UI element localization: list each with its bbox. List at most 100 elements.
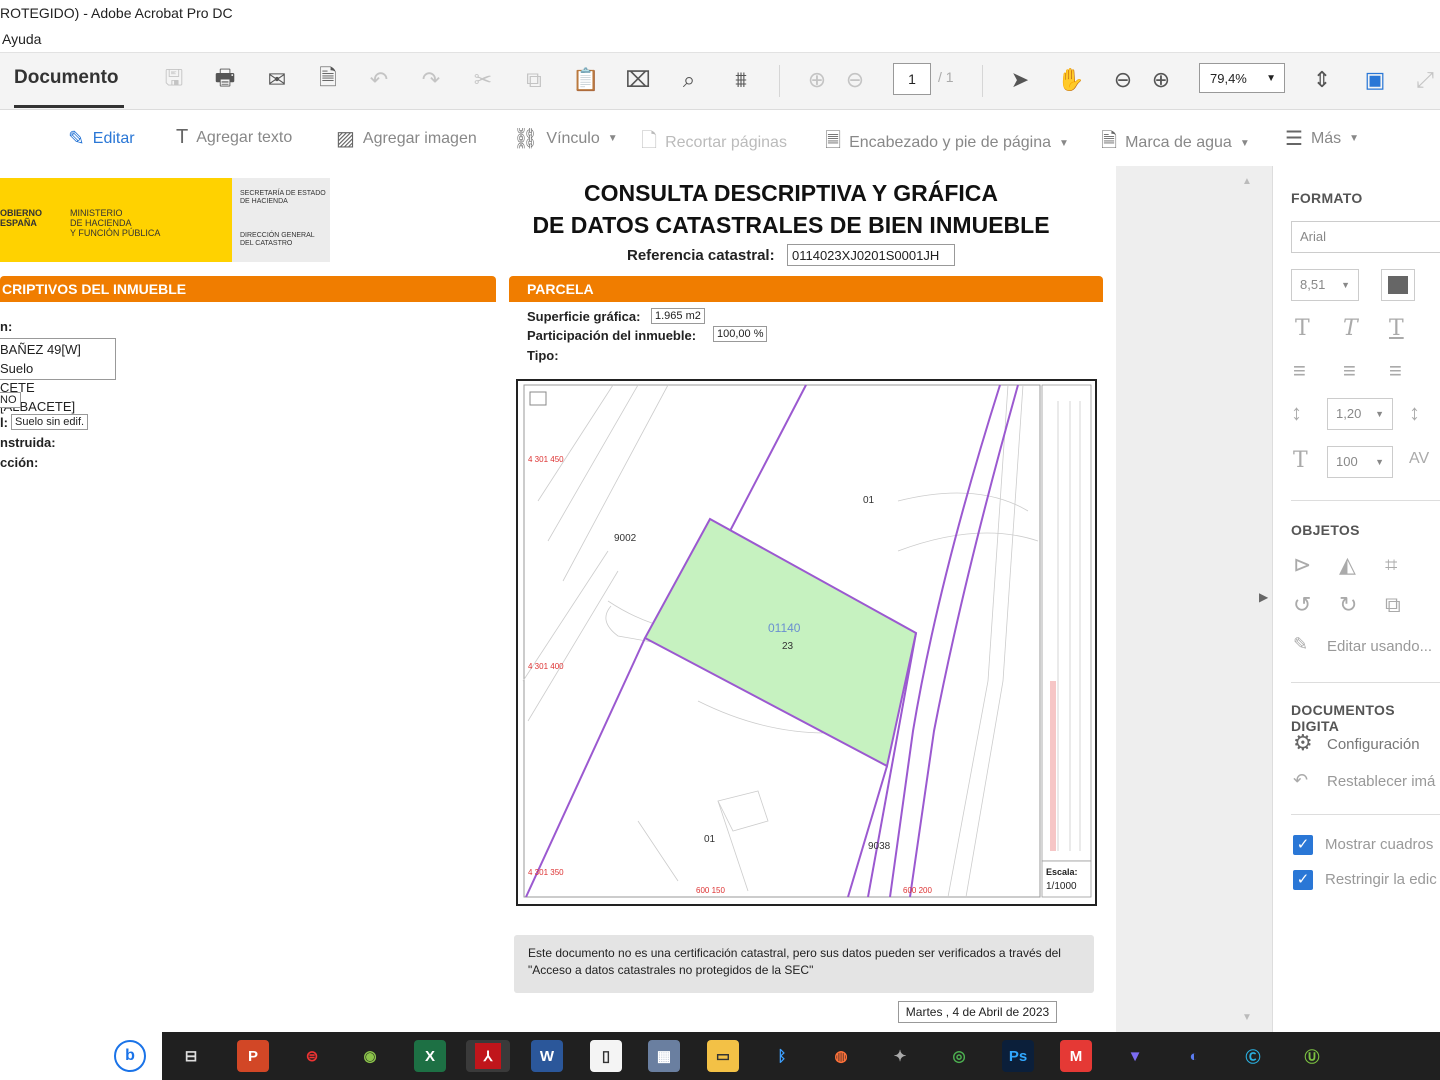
calculator-icon[interactable]: ▦	[648, 1040, 680, 1072]
coord-y2: 4 301 400	[528, 662, 564, 671]
line-spacing-select[interactable]: 1,20 ▼	[1327, 398, 1393, 430]
edit-button[interactable]: ✎ Editar	[68, 126, 135, 151]
c-app-icon[interactable]: Ⓒ	[1237, 1040, 1269, 1072]
show-boxes-checkbox[interactable]: ✓	[1293, 835, 1313, 855]
watermark-button[interactable]: 🗎 Marca de agua ▼	[1101, 126, 1250, 160]
tab-documento[interactable]: Documento	[14, 67, 119, 89]
panel-toggle-icon[interactable]: ▶	[1259, 590, 1268, 604]
read-mode-icon[interactable]: ▣	[1360, 65, 1390, 95]
vertical-scrollbar[interactable]: ▲ ▼ ▶	[1116, 166, 1272, 1032]
chevron-down-icon: ▼	[1375, 409, 1384, 419]
page-number-input[interactable]: 1	[893, 63, 931, 95]
file-explorer-icon[interactable]: ▭	[707, 1040, 739, 1072]
page-up-icon[interactable]: ⊕	[802, 65, 832, 95]
text-underline-icon[interactable]: T	[1389, 316, 1404, 341]
edit-label: Editar	[92, 129, 135, 147]
link-button[interactable]: ⛓ Vínculo ▼	[513, 126, 618, 151]
zoom-in-icon[interactable]: ⊕	[1146, 65, 1176, 95]
search-icon[interactable]: ⌕	[674, 65, 704, 95]
rotate-right-icon[interactable]: ↻	[1339, 592, 1357, 618]
paste-icon[interactable]: 📋	[571, 65, 601, 95]
save-icon[interactable]: 🖫	[159, 65, 189, 95]
gmail-icon[interactable]: M	[1060, 1040, 1092, 1072]
line-spacing-icon: ↕	[1291, 400, 1302, 425]
fullscreen-icon[interactable]: ⤢	[1410, 65, 1440, 95]
firefox-icon[interactable]: ◍	[825, 1040, 857, 1072]
crop-image-icon[interactable]: ⌗	[1385, 552, 1397, 578]
add-image-label: Agregar imagen	[362, 129, 477, 147]
catastro-logo: SECRETARÍA DE ESTADO DE HACIENDA DIRECCI…	[232, 178, 330, 262]
taskbar-search-area[interactable]: b	[0, 1032, 162, 1080]
fit-page-icon[interactable]: ⇕	[1307, 65, 1337, 95]
crop-pages-button[interactable]: 🗋 Recortar páginas	[641, 126, 787, 160]
word-icon[interactable]: W	[531, 1040, 563, 1072]
flip-horizontal-icon[interactable]: ⊳	[1293, 552, 1311, 578]
pdf-page[interactable]: OBIERNO ESPAÑA MINISTERIO DE HACIENDA Y …	[0, 166, 1116, 1032]
scale-select[interactable]: 100 ▼	[1327, 446, 1393, 478]
zoom-dropdown[interactable]: 79,4% ▼	[1199, 63, 1285, 93]
bing-icon[interactable]: b	[114, 1040, 146, 1072]
photoshop-icon[interactable]: Ps	[1002, 1040, 1034, 1072]
align-left-icon[interactable]: ≡	[1293, 358, 1306, 384]
chevron-down-icon: ▼	[1341, 280, 1350, 290]
watermark-label: Marca de agua	[1125, 134, 1232, 151]
format-panel: FORMATO Arial 8,51 ▼ T T T ≡ ≡ ≡ ↕ 1,20 …	[1272, 166, 1440, 1032]
export-icon[interactable]: 🗎	[313, 65, 343, 95]
app-icon[interactable]: ◐	[1178, 1040, 1210, 1072]
select-icon[interactable]: ➤	[1005, 65, 1035, 95]
field-label: n:	[0, 319, 13, 334]
reset-images-button[interactable]: Restablecer imá	[1327, 773, 1435, 790]
menu-ayuda[interactable]: Ayuda	[2, 31, 41, 47]
u-app-icon[interactable]: Ⓤ	[1296, 1040, 1328, 1072]
undo-icon[interactable]: ↶	[364, 65, 394, 95]
add-text-button[interactable]: T Agregar texto	[176, 126, 292, 149]
compare-icon[interactable]: ⩩	[726, 65, 756, 95]
media-app-icon[interactable]: ✦	[884, 1040, 916, 1072]
chevron-down-icon: ▼	[1266, 73, 1276, 84]
task-view-icon[interactable]: ⊟	[175, 1040, 207, 1072]
cut-icon[interactable]: ✂	[468, 65, 498, 95]
add-image-button[interactable]: ▨ Agregar imagen	[336, 126, 477, 151]
more-button[interactable]: ☰ Más ▼	[1285, 126, 1359, 151]
font-size-select[interactable]: 8,51 ▼	[1291, 269, 1359, 301]
rotate-left-icon[interactable]: ↺	[1293, 592, 1311, 618]
header-footer-label: Encabezado y pie de página	[849, 134, 1052, 151]
excel-icon[interactable]: X	[414, 1040, 446, 1072]
ebook-app-icon[interactable]: ⊜	[296, 1040, 328, 1072]
map-image-icon[interactable]	[529, 391, 547, 406]
snapshot-icon[interactable]: ⌧	[623, 65, 653, 95]
redo-icon[interactable]: ↷	[416, 65, 446, 95]
replace-image-icon[interactable]: ⧉	[1385, 592, 1401, 618]
align-center-icon[interactable]: ≡	[1343, 358, 1356, 384]
text-bold-icon[interactable]: T	[1295, 316, 1310, 341]
acrobat-taskbar-button[interactable]: ⅄	[466, 1040, 510, 1072]
chrome-canary-icon[interactable]: ◉	[354, 1040, 386, 1072]
cadastral-map[interactable]: 4 301 450 4 301 400 4 301 350 600 150 60…	[516, 379, 1097, 906]
notepad-icon[interactable]: ▯	[590, 1040, 622, 1072]
restrict-edit-checkbox[interactable]: ✓	[1293, 870, 1313, 890]
mail-icon[interactable]: ✉	[262, 65, 292, 95]
bluetooth-icon[interactable]: ᛒ	[766, 1040, 798, 1072]
hand-icon[interactable]: ✋	[1056, 65, 1086, 95]
config-button[interactable]: Configuración	[1327, 736, 1420, 753]
header-footer-button[interactable]: 🗏 Encabezado y pie de página ▼	[825, 126, 1069, 160]
main-toolbar: Documento 🖫 🖶 ✉ 🗎 ↶ ↷ ✂ ⧉ 📋 ⌧ ⌕ ⩩ ⊕ ⊖ 1 …	[0, 53, 1440, 110]
edit-toolbar: ✎ Editar T Agregar texto ▨ Agregar image…	[0, 110, 1440, 167]
powerpoint-icon[interactable]: P	[237, 1040, 269, 1072]
panel-divider	[1291, 682, 1440, 683]
page-down-icon[interactable]: ⊖	[840, 65, 870, 95]
text-italic-icon[interactable]: T	[1343, 316, 1358, 341]
zoom-out-icon[interactable]: ⊖	[1108, 65, 1138, 95]
font-color-swatch[interactable]	[1381, 269, 1415, 301]
scroll-down-icon[interactable]: ▼	[1242, 1012, 1252, 1023]
tab-underline	[14, 105, 124, 108]
print-icon[interactable]: 🖶	[210, 65, 240, 95]
vpn-icon[interactable]: ▼	[1119, 1040, 1151, 1072]
align-right-icon[interactable]: ≡	[1389, 358, 1402, 384]
edit-using-button[interactable]: Editar usando...	[1327, 638, 1432, 655]
flip-vertical-icon[interactable]: ◭	[1339, 552, 1356, 578]
font-family-select[interactable]: Arial	[1291, 221, 1440, 253]
scroll-up-icon[interactable]: ▲	[1242, 176, 1252, 187]
copy-icon[interactable]: ⧉	[519, 65, 549, 95]
chrome-icon[interactable]: ◎	[943, 1040, 975, 1072]
